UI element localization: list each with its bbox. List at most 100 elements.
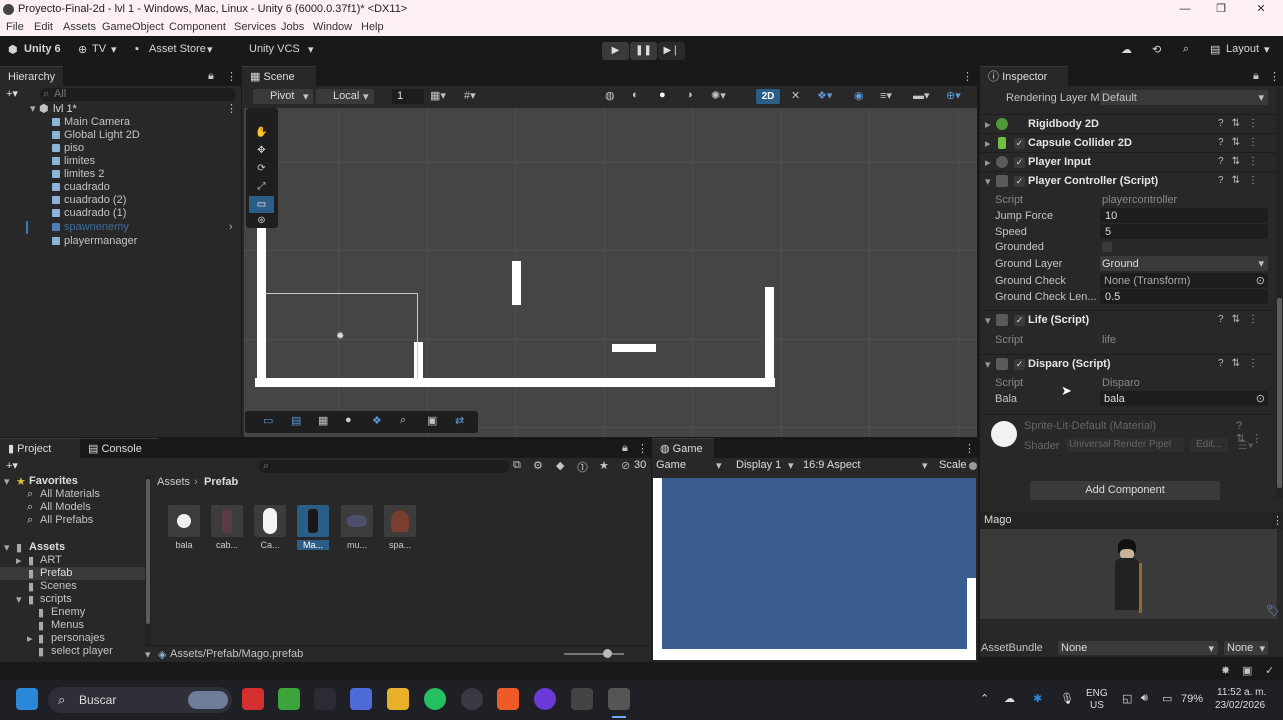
menu-window[interactable]: Window [313, 21, 352, 33]
hierarchy-item-cuadrado[interactable]: cuadrado [0, 181, 240, 194]
menu-assets[interactable]: Assets [63, 21, 96, 33]
menu-component[interactable]: Component [169, 21, 226, 33]
chrome-icon[interactable] [461, 688, 483, 710]
shuffle-icon[interactable]: ⇄ [455, 414, 464, 427]
bluetooth-icon[interactable]: ✱ [1033, 692, 1042, 705]
grid-size-field[interactable]: 1 [392, 89, 424, 104]
hierarchy-item-playermanager[interactable]: playermanager [0, 235, 240, 248]
windows-start-icon[interactable] [16, 688, 38, 710]
hand-tool-icon[interactable]: ✋ [249, 124, 274, 141]
whatsapp-icon[interactable] [424, 688, 446, 710]
component-buttons[interactable]: ?⇅⋮ [1218, 118, 1266, 129]
disparo-enabled-checkbox[interactable]: ✓ [1014, 359, 1025, 370]
store-icon[interactable] [350, 688, 372, 710]
search-by-type-icon[interactable]: ⧉ [513, 459, 521, 472]
folder-item[interactable]: ▸ ▮ ART [0, 554, 152, 567]
rect-select-icon[interactable]: ▭ [263, 414, 273, 427]
menu-edit[interactable]: Edit [34, 21, 53, 33]
local-dropdown[interactable]: Local ▾ [316, 89, 374, 104]
chevron-up-icon[interactable]: ⌃ [980, 692, 989, 705]
favorite-item[interactable]: ⌕ All Models [0, 501, 152, 514]
hierarchy-item-global-light[interactable]: Global Light 2D [0, 129, 240, 142]
vcs-button[interactable]: Unity VCS [249, 43, 300, 55]
player-controller-enabled-checkbox[interactable]: ✓ [1014, 176, 1025, 187]
battery-icon[interactable]: ▭ [1162, 692, 1172, 705]
language-indicator[interactable]: ENG [1086, 688, 1108, 699]
erase-icon[interactable]: ▣ [427, 414, 437, 427]
shaded-icon[interactable]: ● [659, 89, 666, 101]
close-button[interactable]: ✕ [1243, 0, 1279, 19]
folder-item[interactable]: ▮ Menus [0, 619, 152, 632]
app-icon[interactable] [314, 688, 336, 710]
object-picker-icon[interactable]: ⊙ [1256, 273, 1265, 289]
account-button[interactable]: Unity 6 [24, 43, 61, 55]
component-life[interactable]: ▾ ✓ Life (Script) ?⇅⋮ [980, 310, 1276, 329]
lock-icon[interactable]: 🔒︎ [622, 442, 628, 455]
file-explorer-icon[interactable] [387, 688, 409, 710]
folder-item-selected[interactable]: ▮ Prefab [0, 567, 145, 580]
scene-view[interactable]: ✹ ✋ ✥ ⟳ ⤢ ▭ ⊛ ▭ ▤ ▦ ● ❖ ⌕ ▣ ⇄ [244, 108, 977, 437]
component-buttons[interactable]: ?⇅⋮ [1218, 314, 1266, 325]
minimize-button[interactable]: — [1167, 0, 1203, 19]
aspect-dropdown[interactable]: 16:9 Aspect [803, 459, 861, 471]
mode-2d-toggle[interactable]: 2D [756, 89, 780, 104]
asset-capsule[interactable]: Ca... [254, 505, 286, 550]
more-icon[interactable]: ⋮ [226, 70, 237, 83]
menu-file[interactable]: File [6, 21, 24, 33]
game-view[interactable] [653, 478, 976, 660]
light-icon[interactable]: ✹ [336, 331, 344, 342]
hierarchy-item-cuadrado-2[interactable]: cuadrado (2) [0, 194, 240, 207]
favorite-item[interactable]: ⌕ All Prefabs [0, 514, 152, 527]
assetbundle-variant-dropdown[interactable]: None ▾ [1224, 641, 1268, 655]
lock-icon[interactable]: 🔒︎ [1253, 70, 1259, 83]
hierarchy-item-spawnenemy[interactable]: spawnenemy › [0, 221, 240, 234]
microphone-icon[interactable]: 🎙︎ [1060, 692, 1074, 705]
asset-bala[interactable]: bala [168, 505, 200, 550]
paint-icon[interactable]: ● [345, 414, 352, 426]
folder-item[interactable]: ▮ select player [0, 645, 152, 658]
ground-check-field[interactable]: None (Transform) ⊙ [1100, 273, 1268, 288]
notification-icon[interactable]: ▣ [1242, 664, 1252, 677]
layout-dropdown[interactable]: Layout [1226, 43, 1259, 55]
play-button[interactable]: ▶ [602, 42, 629, 60]
grid-snap-icon[interactable]: #▾ [464, 89, 476, 102]
effects-icon[interactable]: ❖▾ [817, 89, 832, 102]
shader-edit-button[interactable]: Edit... [1190, 438, 1228, 452]
asset-murcielago[interactable]: mu... [341, 505, 373, 550]
lightshot-icon[interactable] [242, 688, 264, 710]
layers-icon[interactable]: ≡▾ [880, 89, 892, 102]
more-icon[interactable]: ⋮ [1272, 514, 1283, 527]
component-player-controller[interactable]: ▾ ✓ Player Controller (Script) ?⇅⋮ [980, 171, 1276, 190]
hierarchy-search-input[interactable]: ⌕ All [40, 88, 236, 101]
move-icon[interactable]: ▤ [291, 414, 301, 427]
brave-icon[interactable] [497, 688, 519, 710]
chevron-right-icon[interactable]: › [229, 221, 233, 234]
menu-jobs[interactable]: Jobs [281, 21, 304, 33]
scrollbar-thumb[interactable] [1277, 298, 1282, 488]
display-dropdown[interactable]: Display 1 [736, 459, 781, 471]
jump-force-input[interactable]: 10 [1100, 208, 1268, 223]
asset-spawner[interactable]: spa... [384, 505, 416, 550]
component-buttons[interactable]: ?⇅⋮ [1218, 358, 1266, 369]
hierarchy-item-main-camera[interactable]: Main Camera [0, 116, 240, 129]
pivot-dropdown[interactable]: Pivot ▾ [253, 89, 313, 104]
rect-tool-icon[interactable]: ▭ [249, 196, 274, 213]
breadcrumb-assets[interactable]: Assets [157, 476, 190, 488]
cloud-icon[interactable]: ☁ [1121, 43, 1132, 56]
assetbundle-dropdown[interactable]: None ▾ [1058, 641, 1218, 655]
grounded-checkbox[interactable] [1102, 242, 1112, 252]
scale-tool-icon[interactable]: ⤢ [249, 178, 274, 195]
tab-game[interactable]: ◍ Game [652, 438, 714, 458]
add-icon[interactable]: +▾ [6, 87, 18, 100]
favorites-header[interactable]: ▾ ★ Favorites [0, 475, 152, 488]
label-icon[interactable]: 🏷︎ [1266, 604, 1280, 617]
minecraft-icon[interactable] [278, 688, 300, 710]
component-player-input[interactable]: ▸ ✓ Player Input ?⇅⋮ [980, 152, 1276, 171]
maximize-button[interactable]: ❐ [1203, 0, 1239, 19]
player-input-enabled-checkbox[interactable]: ✓ [1014, 157, 1025, 168]
more-icon[interactable]: ⋮ [962, 70, 973, 83]
more-icon[interactable]: ⋮ [226, 103, 237, 116]
component-capsule-collider[interactable]: ▸ ✓ Capsule Collider 2D ?⇅⋮ [980, 133, 1276, 152]
zoom-slider-track[interactable] [564, 653, 624, 655]
wall-right[interactable] [765, 287, 774, 385]
